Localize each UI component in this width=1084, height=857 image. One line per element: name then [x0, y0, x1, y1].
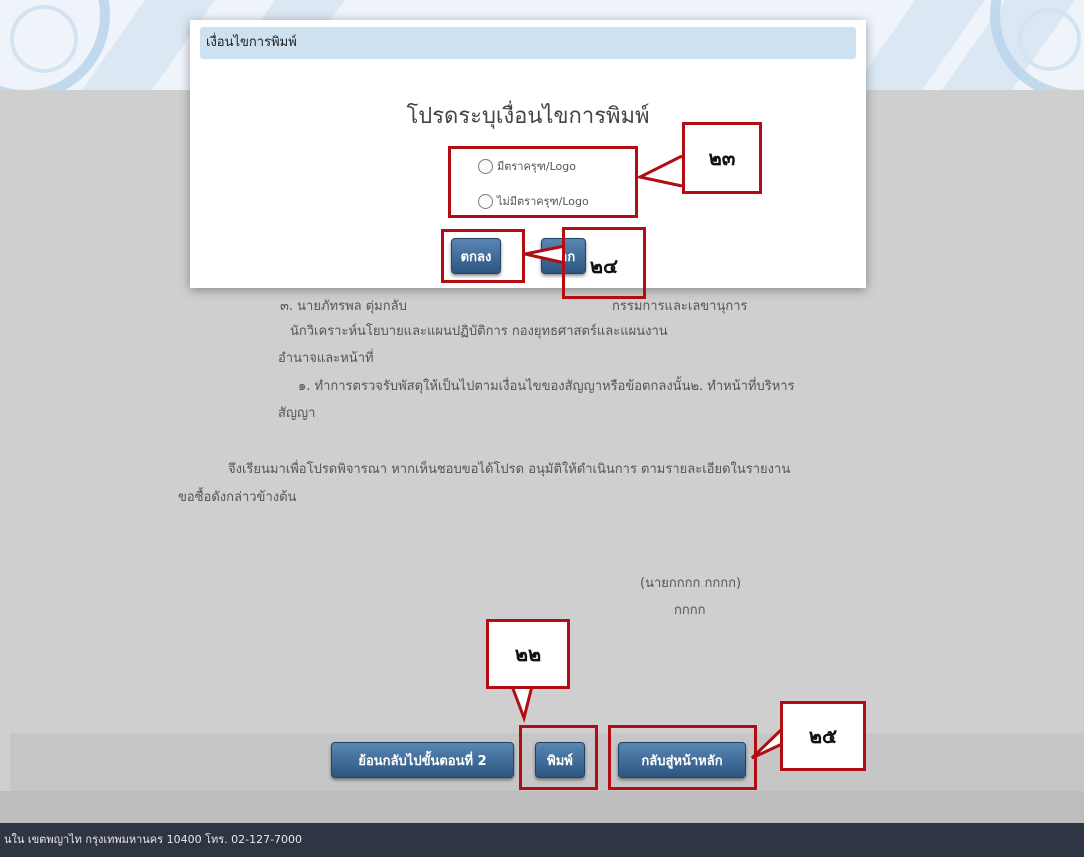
annotation-label-25: ๒๕	[780, 701, 866, 771]
dialog-title: เงื่อนไขการพิมพ์	[200, 27, 856, 59]
back-to-step-2-button[interactable]: ย้อนกลับไปขั้นตอนที่ 2	[331, 742, 514, 778]
closing-text: จึงเรียนมาเพื่อโปรดพิจารณา หากเห็นชอบขอไ…	[228, 462, 791, 477]
annotation-highlight-ok	[441, 229, 525, 283]
annotation-highlight-print	[519, 725, 598, 790]
committee-member-position: นักวิเคราะห์นโยบายและแผนปฏิบัติการ กองยุ…	[290, 324, 668, 339]
annotation-highlight-radio	[448, 146, 638, 218]
footer-address: นใน เขตพญาไท กรุงเทพมหานคร 10400 โทร. 02…	[0, 823, 1084, 857]
duties-text-cont: สัญญา	[278, 406, 316, 421]
annotation-label-23: ๒๓	[682, 122, 762, 194]
duties-heading: อำนาจและหน้าที่	[278, 351, 374, 366]
dialog-heading: โปรดระบุเงื่อนไขการพิมพ์	[406, 104, 650, 129]
annotation-highlight-home	[608, 725, 757, 790]
bottom-strip	[0, 791, 1084, 823]
annotation-label-24: ๒๔	[562, 227, 646, 299]
annotation-label-22: ๒๒	[486, 619, 570, 689]
signature-title: กกกก	[674, 603, 706, 618]
committee-member-name: ๓. นายภัทรพล ตุ่มกลับ	[280, 299, 407, 314]
closing-text-cont: ขอซื้อดังกล่าวข้างต้น	[178, 490, 297, 505]
signature-name: (นายกกกก กกกก)	[640, 576, 742, 591]
duties-text: ๑. ทำการตรวจรับพัสดุให้เป็นไปตามเงื่อนไข…	[298, 379, 795, 394]
